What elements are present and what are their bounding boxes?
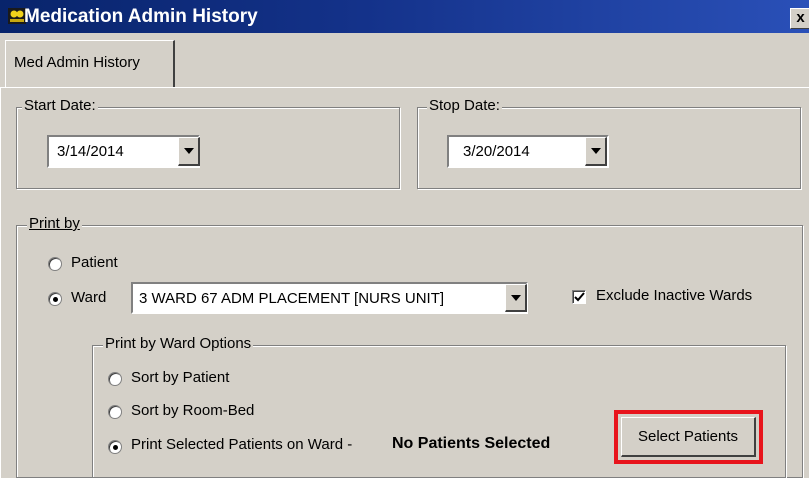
chevron-down-icon xyxy=(510,294,521,301)
sort-by-room-bed-radio[interactable] xyxy=(108,405,122,419)
patient-radio-label[interactable]: Patient xyxy=(71,254,118,271)
ward-select-value: 3 WARD 67 ADM PLACEMENT [NURS UNIT] xyxy=(139,290,445,307)
ward-radio-label[interactable]: Ward xyxy=(71,289,106,306)
start-date-value: 3/14/2014 xyxy=(57,143,124,160)
window-title: Medication Admin History xyxy=(24,6,258,27)
patients-status-text: No Patients Selected xyxy=(392,435,551,452)
title-bar: Medication Admin History xyxy=(0,0,809,33)
exclude-inactive-label[interactable]: Exclude Inactive Wards xyxy=(596,287,752,304)
start-date-label: Start Date: xyxy=(22,97,98,114)
sort-by-patient-label[interactable]: Sort by Patient xyxy=(131,369,229,386)
ward-dropdown-button[interactable] xyxy=(505,284,527,312)
ward-options-label: Print by Ward Options xyxy=(103,335,254,352)
radio-selected-dot xyxy=(52,296,58,302)
chevron-down-icon xyxy=(183,148,194,154)
checkmark-icon xyxy=(573,292,585,302)
start-date-dropdown-button[interactable] xyxy=(178,137,200,166)
stop-date-dropdown-button[interactable] xyxy=(585,137,607,166)
ward-radio[interactable] xyxy=(48,292,62,306)
stop-date-value: 3/20/2014 xyxy=(463,143,530,160)
sort-by-room-bed-label[interactable]: Sort by Room-Bed xyxy=(131,402,254,419)
radio-selected-dot xyxy=(112,444,118,450)
sort-by-patient-radio[interactable] xyxy=(108,372,122,386)
chevron-down-icon xyxy=(590,148,601,154)
close-button[interactable]: x xyxy=(790,8,809,29)
print-by-label: Print by xyxy=(27,215,82,232)
patient-radio[interactable] xyxy=(48,257,62,271)
print-selected-patients-radio[interactable] xyxy=(108,440,122,454)
tab-med-admin-history[interactable]: Med Admin History xyxy=(5,40,175,87)
select-patients-button[interactable]: Select Patients xyxy=(621,417,756,457)
exclude-inactive-checkbox[interactable] xyxy=(572,290,586,304)
ward-select[interactable]: 3 WARD 67 ADM PLACEMENT [NURS UNIT] xyxy=(131,282,528,314)
print-selected-patients-label[interactable]: Print Selected Patients on Ward - xyxy=(131,436,352,453)
stop-date-label: Stop Date: xyxy=(427,97,502,114)
